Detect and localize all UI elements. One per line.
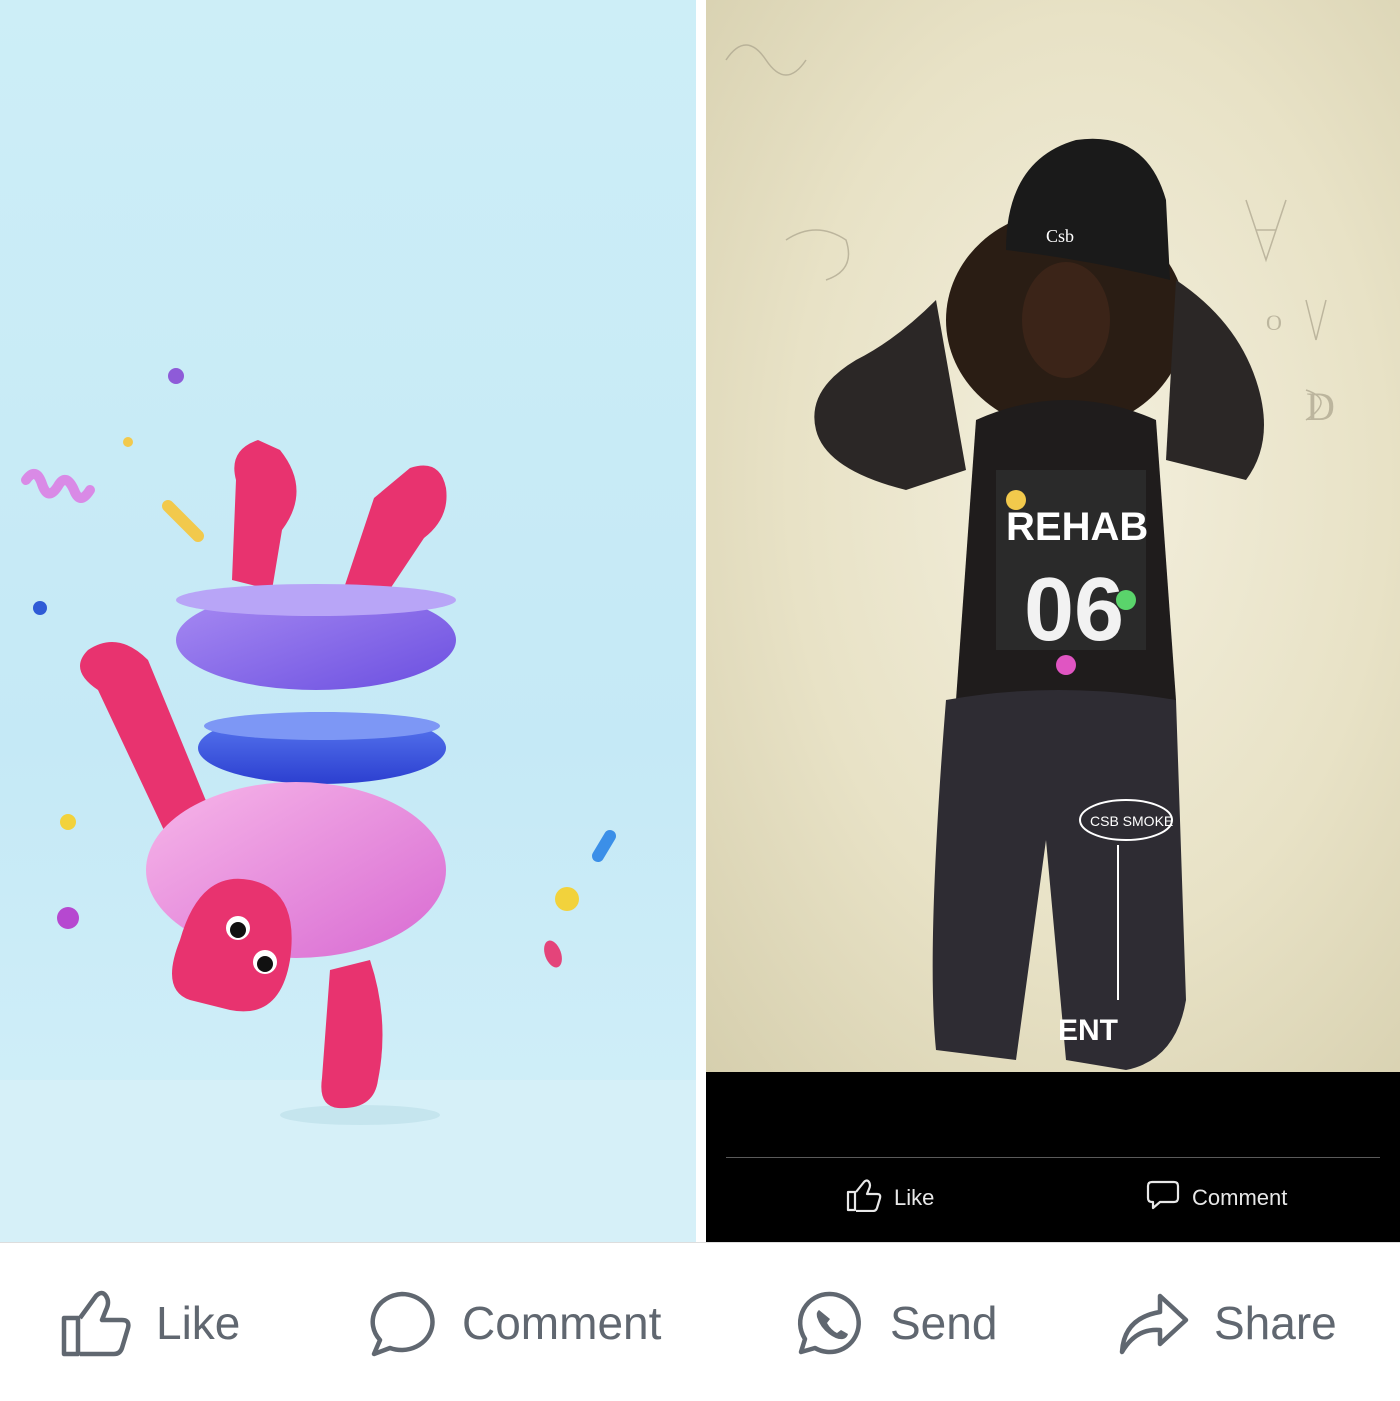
beanie-logo-text: Csb bbox=[1046, 226, 1074, 246]
send-label: Send bbox=[890, 1297, 998, 1349]
portrait-scene: O D Csb REHAB 06 CSB SMOKE ENT bbox=[706, 0, 1400, 1072]
post-action-bar: Like Comment Send Share bbox=[0, 1242, 1400, 1401]
photo-right-portrait[interactable]: O D Csb REHAB 06 CSB SMOKE ENT Like Comm… bbox=[706, 0, 1400, 1242]
thumbs-up-icon bbox=[846, 1178, 882, 1218]
inner-like-label: Like bbox=[894, 1185, 935, 1210]
send-button[interactable]: Send bbox=[794, 1283, 997, 1363]
shirt-text: REHAB bbox=[1006, 505, 1148, 549]
thumbs-up-icon bbox=[60, 1288, 132, 1358]
shirt-number: 06 bbox=[1024, 560, 1124, 660]
share-label: Share bbox=[1214, 1297, 1337, 1349]
comment-label: Comment bbox=[462, 1297, 662, 1349]
speech-bubble-icon bbox=[1146, 1178, 1180, 1218]
inner-divider bbox=[726, 1157, 1380, 1158]
photo-grid: O D Csb REHAB 06 CSB SMOKE ENT Like Comm… bbox=[0, 0, 1400, 1242]
like-button[interactable]: Like bbox=[60, 1283, 240, 1363]
whatsapp-icon bbox=[794, 1288, 866, 1358]
inner-comment-label: Comment bbox=[1192, 1185, 1288, 1210]
pants-text: ENT bbox=[1058, 1014, 1118, 1047]
pink-character-illustration bbox=[0, 368, 696, 1242]
svg-text:O: O bbox=[1266, 310, 1282, 335]
portrait-figure: O D Csb REHAB 06 CSB SMOKE ENT bbox=[725, 44, 1335, 1070]
comment-button[interactable]: Comment bbox=[366, 1283, 661, 1363]
speech-bubble-icon bbox=[366, 1288, 438, 1358]
like-label: Like bbox=[156, 1297, 241, 1349]
inner-like-button[interactable]: Like bbox=[846, 1178, 934, 1218]
svg-text:D: D bbox=[1306, 384, 1335, 429]
share-button[interactable]: Share bbox=[1118, 1283, 1337, 1363]
pants-badge-text: CSB SMOKE bbox=[1090, 813, 1173, 829]
photo-left-illustration[interactable] bbox=[0, 0, 696, 1242]
share-arrow-icon bbox=[1118, 1288, 1190, 1358]
inner-comment-button[interactable]: Comment bbox=[1146, 1178, 1287, 1218]
